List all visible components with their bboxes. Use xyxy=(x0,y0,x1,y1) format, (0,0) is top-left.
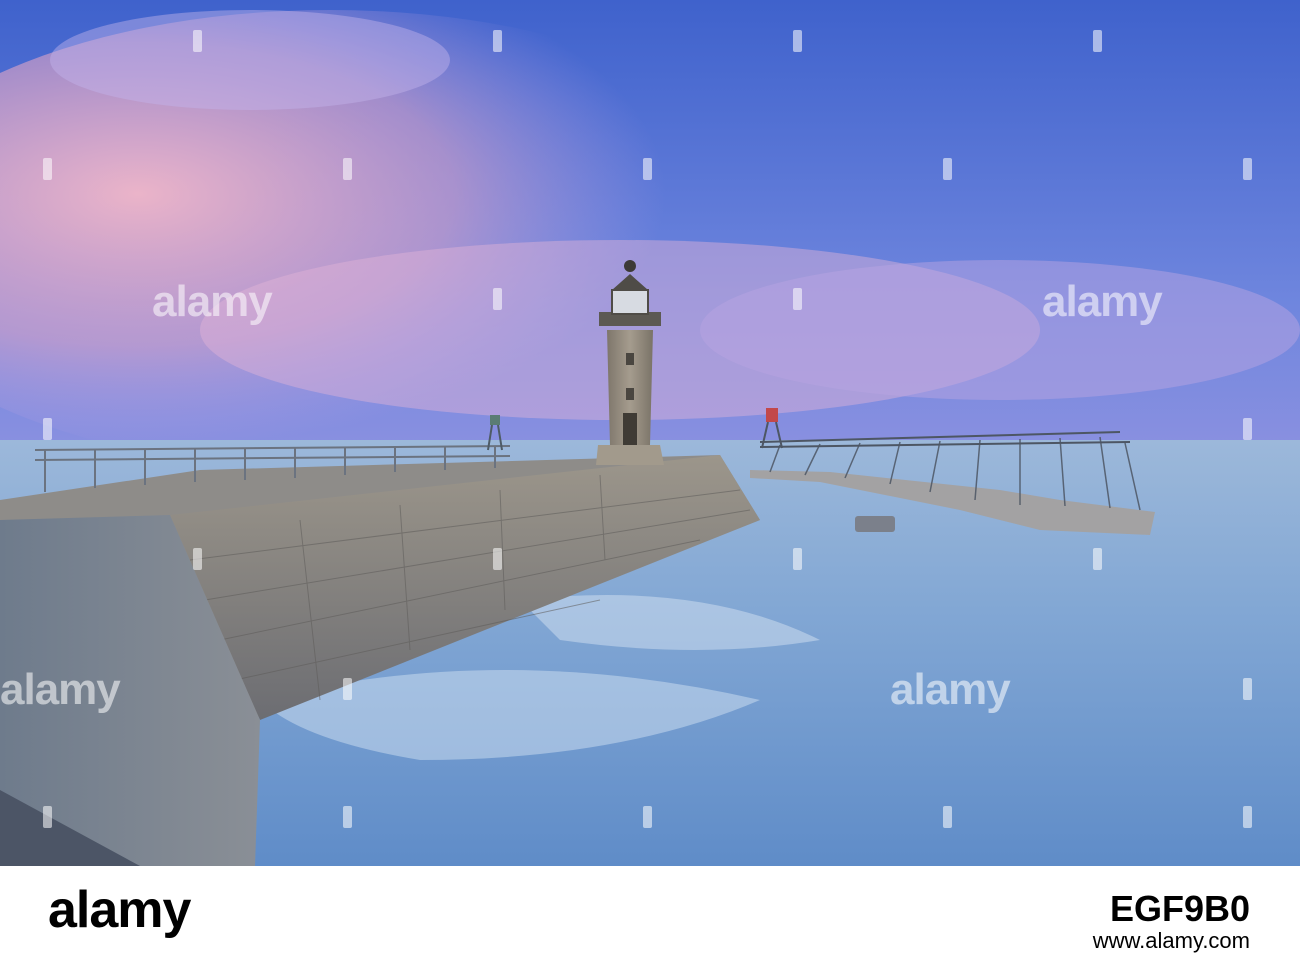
watermark-mark xyxy=(193,30,202,52)
watermark-mark xyxy=(1093,548,1102,570)
watermark-mark xyxy=(343,806,352,828)
watermark-mark xyxy=(493,548,502,570)
watermark-mark xyxy=(43,418,52,440)
watermark-mark xyxy=(943,158,952,180)
watermark-mark xyxy=(643,806,652,828)
watermark-mark xyxy=(1093,30,1102,52)
watermark-mark xyxy=(1243,158,1252,180)
footer-bar: alamy EGF9B0 www.alamy.com xyxy=(0,866,1300,956)
watermark-mark xyxy=(1243,806,1252,828)
watermark-mark xyxy=(193,548,202,570)
watermark-mark xyxy=(793,30,802,52)
harbour-photo: alamy alamy alamy alamy xyxy=(0,0,1300,866)
watermark-mark xyxy=(643,158,652,180)
watermark-mark xyxy=(493,30,502,52)
site-url[interactable]: www.alamy.com xyxy=(1093,928,1250,954)
image-id: EGF9B0 xyxy=(1109,888,1250,929)
watermark-mark xyxy=(793,288,802,310)
watermark-mark xyxy=(1243,678,1252,700)
watermark-text: alamy xyxy=(0,665,121,714)
watermark-text: alamy xyxy=(152,277,273,326)
rock xyxy=(855,516,895,532)
watermark-mark xyxy=(43,158,52,180)
watermark-mark xyxy=(343,678,352,700)
watermark-mark xyxy=(943,806,952,828)
photo-scene xyxy=(0,0,1300,866)
watermark-mark xyxy=(43,806,52,828)
watermark-mark xyxy=(793,548,802,570)
watermark-text: alamy xyxy=(1042,277,1163,326)
footer-logo[interactable]: alamy xyxy=(48,880,191,940)
watermark-text: alamy xyxy=(890,665,1011,714)
watermark-mark xyxy=(343,158,352,180)
watermark-mark xyxy=(1243,418,1252,440)
watermark-mark xyxy=(493,288,502,310)
